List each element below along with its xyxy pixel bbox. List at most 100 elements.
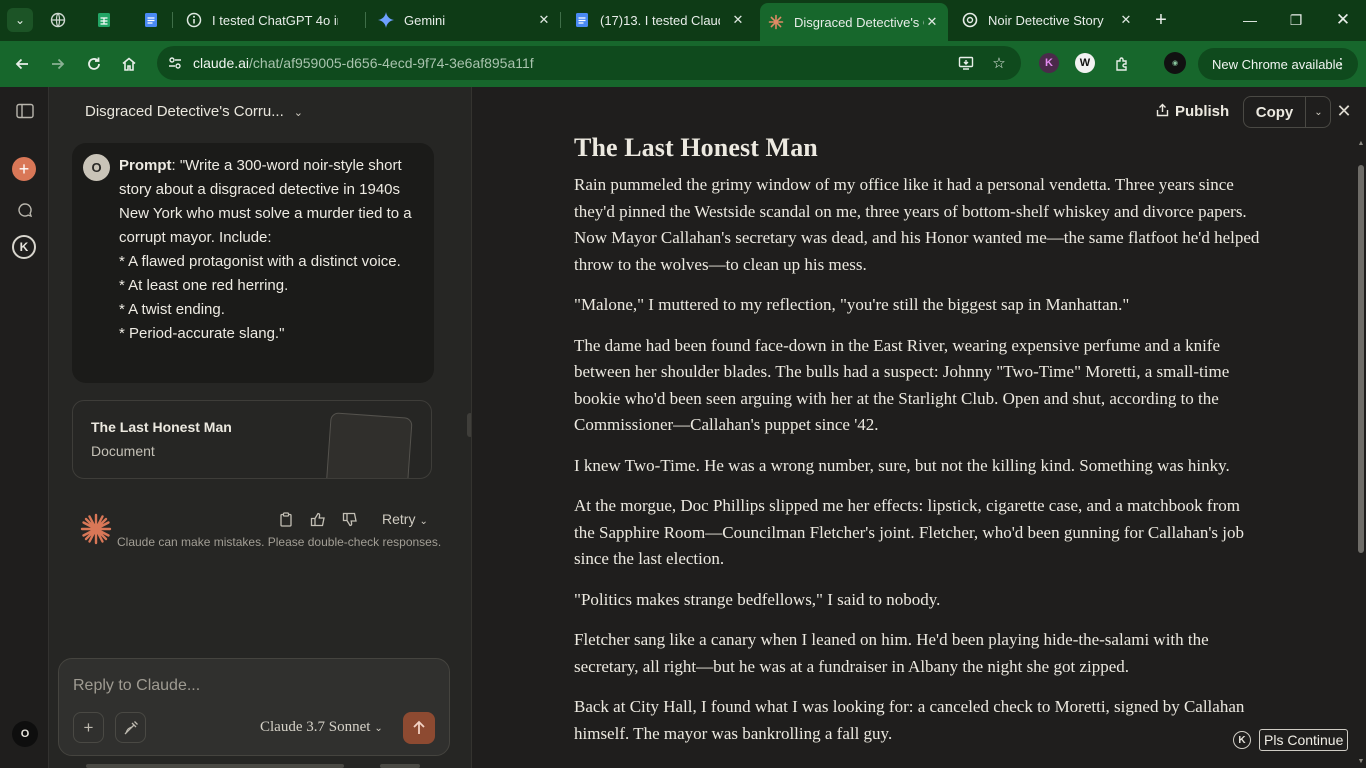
- back-button[interactable]: [10, 52, 34, 76]
- artifact-panel: Publish Copy ⌄ ✕ The Last Honest Man Rai…: [471, 87, 1366, 768]
- pls-continue-widget: K Pls Continue: [1233, 728, 1349, 752]
- user-avatar[interactable]: O: [12, 721, 38, 747]
- horizontal-scrollbar[interactable]: [86, 764, 344, 768]
- extension-k-icon[interactable]: K: [12, 235, 36, 259]
- forward-button[interactable]: [46, 52, 70, 76]
- thumbs-down-icon[interactable]: [340, 509, 360, 529]
- close-tab-icon[interactable]: ✕: [924, 14, 940, 30]
- docs-icon: [574, 12, 590, 28]
- artifact-card-title: The Last Honest Man: [91, 419, 232, 435]
- browser-tab-strip: ⌄ I tested ChatGPT 4o im Gemini ✕ (17)13…: [0, 0, 1366, 41]
- sheets-icon: [96, 12, 112, 28]
- publish-button[interactable]: Publish: [1156, 99, 1229, 123]
- send-button[interactable]: [403, 712, 435, 744]
- chat-pane: Disgraced Detective's Corru... ⌄ O Prompt…: [50, 87, 471, 768]
- tab-pinned-sheets[interactable]: [96, 5, 120, 35]
- site-info-icon[interactable]: [165, 53, 185, 73]
- prompt-line: * At least one red herring.: [119, 277, 289, 294]
- extensions-puzzle-icon[interactable]: [1110, 52, 1134, 76]
- tab-title: I tested ChatGPT 4o im: [212, 12, 338, 28]
- globe-icon: [50, 12, 66, 28]
- disclaimer-text: Claude can make mistakes. Please double-…: [117, 535, 442, 549]
- chevron-down-icon: ⌄: [293, 107, 303, 119]
- artifact-card[interactable]: The Last Honest Man Document: [72, 400, 432, 479]
- tab-title: Noir Detective Story: [988, 12, 1104, 28]
- minimize-window-button[interactable]: —: [1238, 8, 1262, 32]
- chevron-down-icon: ⌄: [419, 516, 428, 527]
- horizontal-scrollbar[interactable]: [380, 764, 420, 768]
- story-paragraph: "Politics makes strange bedfellows," I s…: [574, 589, 941, 609]
- profile-avatar[interactable]: ◉: [1164, 52, 1186, 74]
- scroll-down-arrow-icon[interactable]: ▼: [1357, 757, 1365, 765]
- close-artifact-icon[interactable]: ✕: [1332, 99, 1356, 123]
- message-actions: Retry ⌄: [276, 509, 428, 529]
- close-window-button[interactable]: ✕: [1331, 8, 1355, 32]
- vertical-scrollbar-thumb[interactable]: [1358, 165, 1364, 553]
- story-paragraph: Rain pummeled the grimy window of my off…: [574, 175, 1260, 274]
- copy-options-chevron-icon[interactable]: ⌄: [1306, 97, 1331, 127]
- copy-icon[interactable]: [276, 509, 296, 529]
- publish-label: Publish: [1175, 102, 1230, 120]
- user-message: O Prompt: "Write a 300-word noir-style s…: [72, 143, 434, 383]
- new-chat-button[interactable]: +: [12, 157, 36, 181]
- tab-noir-story[interactable]: Noir Detective Story ✕: [962, 5, 1138, 35]
- prompt-line: * Period-accurate slang.": [119, 325, 285, 342]
- story-paragraph: I knew Two-Time. He was a wrong number, …: [574, 455, 1230, 475]
- tab-search-button[interactable]: ⌄: [7, 8, 33, 32]
- story-paragraph: Fletcher sang like a canary when I leane…: [574, 630, 1209, 676]
- docs-icon: [143, 12, 159, 28]
- close-tab-icon[interactable]: ✕: [730, 12, 746, 28]
- model-selector[interactable]: Claude 3.7 Sonnet ⌄: [260, 719, 383, 736]
- address-bar[interactable]: claude.ai/chat/af959005-d656-4ecd-9f74-3…: [157, 46, 1021, 80]
- reply-input[interactable]: [73, 677, 433, 695]
- prompt-label: Prompt: [119, 157, 172, 174]
- sidebar-toggle-icon[interactable]: [12, 98, 38, 124]
- tools-button[interactable]: [115, 712, 146, 743]
- extension-k-icon[interactable]: K: [1039, 53, 1059, 73]
- add-attachment-button[interactable]: +: [73, 712, 104, 743]
- copy-button-group: Copy ⌄: [1243, 96, 1331, 128]
- tab-claude-active[interactable]: Disgraced Detective's C ✕: [760, 3, 948, 41]
- user-avatar: O: [83, 154, 110, 181]
- close-tab-icon[interactable]: ✕: [1118, 12, 1134, 28]
- artifact-thumbnail: [325, 412, 413, 478]
- bookmark-star-icon[interactable]: ☆: [988, 52, 1010, 74]
- close-tab-icon[interactable]: ✕: [536, 12, 552, 28]
- install-app-icon[interactable]: [955, 52, 977, 74]
- model-name: Claude 3.7 Sonnet: [260, 719, 371, 735]
- gemini-icon: [378, 12, 394, 28]
- copy-button[interactable]: Copy: [1244, 97, 1306, 127]
- prompt-line: * A flawed protagonist with a distinct v…: [119, 253, 401, 270]
- chats-search-icon[interactable]: [12, 197, 38, 223]
- home-button[interactable]: [117, 52, 141, 76]
- extension-w-icon[interactable]: W: [1075, 53, 1095, 73]
- tab-gemini[interactable]: Gemini ✕: [378, 5, 556, 35]
- new-chrome-available-button[interactable]: New Chrome available ⋮: [1198, 48, 1358, 80]
- retry-button[interactable]: Retry ⌄: [382, 511, 428, 527]
- tab-title: Gemini: [404, 12, 446, 28]
- tab-chatgpt-article[interactable]: I tested ChatGPT 4o im: [186, 5, 362, 35]
- artifact-document: The Last Honest Man Rain pummeled the gr…: [574, 131, 1264, 761]
- scroll-up-arrow-icon[interactable]: ▲: [1357, 139, 1365, 147]
- left-rail: + K O: [0, 87, 49, 768]
- update-label: New Chrome available: [1212, 56, 1343, 72]
- new-tab-button[interactable]: +: [1150, 9, 1172, 31]
- chat-title: Disgraced Detective's Corru...: [85, 103, 284, 120]
- tab-pinned-docs[interactable]: [143, 5, 167, 35]
- story-paragraph: The dame had been found face-down in the…: [574, 335, 1230, 435]
- composer: + Claude 3.7 Sonnet⌄: [58, 658, 450, 756]
- claude-logo-icon: [80, 513, 112, 545]
- restore-window-button[interactable]: ❐: [1284, 8, 1308, 32]
- claude-app: + K O Disgraced Detective's Corru... ⌄ O …: [0, 87, 1366, 768]
- more-menu-icon[interactable]: ⋮: [1334, 55, 1348, 72]
- user-message-text: Prompt: "Write a 300-word noir-style sho…: [119, 154, 419, 346]
- pls-continue-button[interactable]: Pls Continue: [1259, 729, 1349, 751]
- prompt-line: * A twist ending.: [119, 301, 225, 318]
- browser-toolbar: claude.ai/chat/af959005-d656-4ecd-9f74-3…: [0, 41, 1366, 87]
- thumbs-up-icon[interactable]: [308, 509, 328, 529]
- chat-title-dropdown[interactable]: Disgraced Detective's Corru... ⌄: [85, 103, 303, 120]
- tab-claude-article[interactable]: (17)13. I tested Claude ✕: [574, 5, 750, 35]
- tab-pinned-globe[interactable]: [50, 5, 74, 35]
- reload-button[interactable]: [82, 52, 106, 76]
- info-icon: [186, 12, 202, 28]
